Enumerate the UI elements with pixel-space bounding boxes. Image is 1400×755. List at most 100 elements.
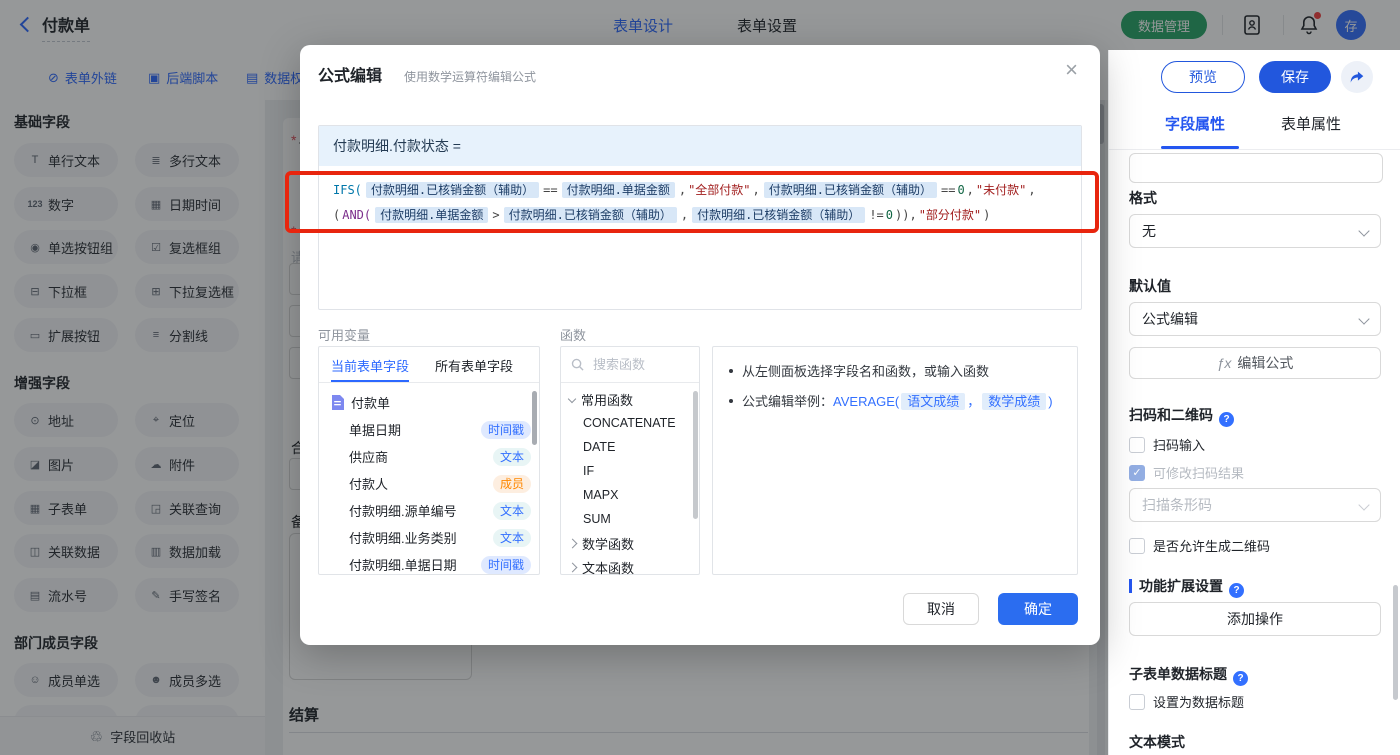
- allow-qr-checkbox-row[interactable]: 是否允许生成二维码: [1129, 536, 1270, 555]
- variable-type-badge: 文本: [492, 528, 531, 547]
- function-group-text[interactable]: 文本函数: [561, 555, 699, 579]
- variable-row[interactable]: 付款人 成员: [319, 470, 539, 497]
- default-value-select[interactable]: 公式编辑: [1129, 302, 1381, 336]
- help-icon[interactable]: ?: [1233, 671, 1248, 686]
- checkbox-label: 扫码输入: [1153, 438, 1206, 453]
- variable-root-name: 付款单: [351, 396, 391, 411]
- help-icon[interactable]: ?: [1229, 583, 1244, 598]
- tab-form-properties[interactable]: 表单属性: [1281, 113, 1341, 134]
- function-group-label: 数学函数: [582, 536, 635, 552]
- tab-all-form-fields[interactable]: 所有表单字段: [435, 356, 513, 375]
- variable-name: 付款明细.单据日期: [349, 558, 457, 573]
- formula-line: IFS(付款明细.已核销金额（辅助） == 付款明细.单据金额, "全部付款", 付款明…: [332, 178, 1068, 203]
- variable-type-badge: 文本: [492, 501, 531, 520]
- string-token: "全部付款": [688, 183, 751, 197]
- set-data-title-checkbox-row[interactable]: 设置为数据标题: [1129, 692, 1244, 711]
- variable-root-row[interactable]: 付款单: [319, 389, 539, 416]
- chevron-right-icon: [567, 538, 578, 548]
- edit-formula-button[interactable]: ƒx 编辑公式: [1129, 347, 1381, 379]
- functions-label: 函数: [560, 328, 587, 343]
- bullet-icon: [729, 398, 733, 403]
- edit-formula-label: 编辑公式: [1237, 355, 1294, 371]
- number-token: 0: [957, 183, 965, 197]
- section-accent-bar: [1129, 579, 1132, 593]
- formula-editor-modal: 公式编辑 使用数学运算符编辑公式 × 付款明细.付款状态 = IFS(付款明细.…: [300, 45, 1100, 645]
- checkbox-unchecked[interactable]: [1129, 537, 1145, 554]
- function-item[interactable]: DATE: [561, 435, 699, 459]
- functions-panel: 常用函数 CONCATENATE DATE IF MAPX SUM 数学函数 文…: [560, 346, 700, 576]
- functions-scrollbar-thumb[interactable]: [693, 391, 698, 519]
- function-search-input[interactable]: [591, 356, 685, 373]
- formula-target: 付款明细.付款状态 =: [319, 126, 1081, 166]
- chevron-right-icon: [567, 562, 578, 572]
- save-button[interactable]: 保存: [1259, 61, 1331, 93]
- variable-type-badge: 时间戳: [480, 420, 531, 439]
- field-name-input[interactable]: [1129, 153, 1383, 183]
- formula-line: (AND(付款明细.单据金额 > 付款明细.已核销金额（辅助）, 付款明细.已核销金额…: [332, 203, 1068, 228]
- example-field-chip: 语文成绩: [901, 393, 966, 410]
- modal-backdrop: [1108, 0, 1400, 50]
- checkbox-unchecked[interactable]: [1129, 436, 1145, 453]
- help-tip-text: 公式编辑举例：AVERAGE(语文成绩，数学成绩): [742, 393, 1053, 410]
- active-tab-underline: [1161, 146, 1239, 149]
- panel-scrollbar-thumb[interactable]: [1393, 585, 1398, 700]
- variable-row[interactable]: 付款明细.业务类别 文本: [319, 524, 539, 551]
- function-item[interactable]: IF: [561, 459, 699, 483]
- variable-row[interactable]: 供应商 文本: [319, 443, 539, 470]
- field-chip[interactable]: 付款明细.已核销金额（辅助）: [365, 182, 540, 198]
- function-item[interactable]: CONCATENATE: [561, 411, 699, 435]
- variable-row[interactable]: 付款明细.源单编号 文本: [319, 497, 539, 524]
- field-chip[interactable]: 付款明细.单据金额: [561, 182, 675, 198]
- share-button[interactable]: [1341, 61, 1373, 93]
- function-group-common[interactable]: 常用函数: [561, 387, 699, 411]
- checkbox-checked[interactable]: ✓: [1129, 464, 1145, 481]
- formula-code-area[interactable]: IFS(付款明细.已核销金额（辅助） == 付款明细.单据金额, "全部付款", 付款明…: [319, 166, 1081, 240]
- function-token: AND(: [342, 208, 372, 222]
- add-action-button[interactable]: 添加操作: [1129, 602, 1381, 636]
- field-chip[interactable]: 付款明细.已核销金额（辅助）: [763, 182, 937, 198]
- tab-field-properties[interactable]: 字段属性: [1165, 113, 1225, 134]
- variable-row[interactable]: 付款明细.单据日期 时间戳: [319, 551, 539, 578]
- function-item[interactable]: SUM: [561, 507, 699, 531]
- help-icon[interactable]: ?: [1219, 412, 1234, 427]
- function-group-math[interactable]: 数学函数: [561, 531, 699, 555]
- extension-section-title: 功能扩展设置?: [1129, 576, 1244, 598]
- operator-token: ,: [752, 183, 760, 197]
- active-tab-underline: [331, 380, 409, 382]
- field-chip[interactable]: 付款明细.已核销金额（辅助）: [503, 207, 677, 223]
- field-chip[interactable]: 付款明细.已核销金额（辅助）: [692, 207, 866, 223]
- cancel-button[interactable]: 取消: [903, 593, 979, 625]
- operator-token: ,: [678, 183, 687, 197]
- operator-token: !=: [869, 208, 884, 222]
- variable-row[interactable]: 单据日期 时间戳: [319, 416, 539, 443]
- field-chip[interactable]: 付款明细.单据金额: [375, 207, 489, 223]
- form-doc-icon: [332, 395, 344, 410]
- function-search[interactable]: [561, 347, 699, 383]
- preview-button[interactable]: 预览: [1161, 61, 1245, 93]
- variables-scrollbar-thumb[interactable]: [532, 391, 537, 445]
- checkbox-label: 可修改扫码结果: [1153, 466, 1245, 481]
- help-panel: 从左侧面板选择字段名和函数，或输入函数 公式编辑举例：AVERAGE(语文成绩，…: [712, 346, 1078, 575]
- string-token: "未付款": [975, 183, 1027, 197]
- close-icon[interactable]: ×: [1065, 59, 1078, 81]
- help-tip-text: 从左侧面板选择字段名和函数，或输入函数: [742, 364, 990, 379]
- scan-input-checkbox-row[interactable]: 扫码输入: [1129, 435, 1205, 454]
- subform-title-section: 子表单数据标题?: [1129, 664, 1248, 686]
- default-value: 公式编辑: [1142, 311, 1198, 327]
- default-value-label: 默认值: [1129, 278, 1171, 294]
- variables-label: 可用变量: [318, 328, 371, 343]
- search-icon: [571, 358, 584, 371]
- checkbox-label: 是否允许生成二维码: [1153, 539, 1271, 554]
- variables-tabs: 当前表单字段 所有表单字段: [319, 347, 539, 383]
- scan-editable-checkbox-row[interactable]: ✓ 可修改扫码结果: [1129, 463, 1244, 482]
- checkbox-unchecked[interactable]: [1129, 693, 1145, 710]
- format-select[interactable]: 无: [1129, 214, 1381, 248]
- confirm-button[interactable]: 确定: [998, 593, 1078, 625]
- function-item[interactable]: MAPX: [561, 483, 699, 507]
- scan-mode-select[interactable]: 扫描条形码: [1129, 488, 1381, 522]
- text-mode-label: 文本模式: [1129, 734, 1185, 750]
- example-field-chip: 数学成绩: [982, 393, 1047, 410]
- variables-panel: 当前表单字段 所有表单字段 付款单 单据日期 时间戳 供应商 文本 付款人 成员 付款…: [318, 346, 540, 575]
- string-token: "部分付款": [918, 208, 982, 222]
- tab-current-form-fields[interactable]: 当前表单字段: [331, 356, 409, 375]
